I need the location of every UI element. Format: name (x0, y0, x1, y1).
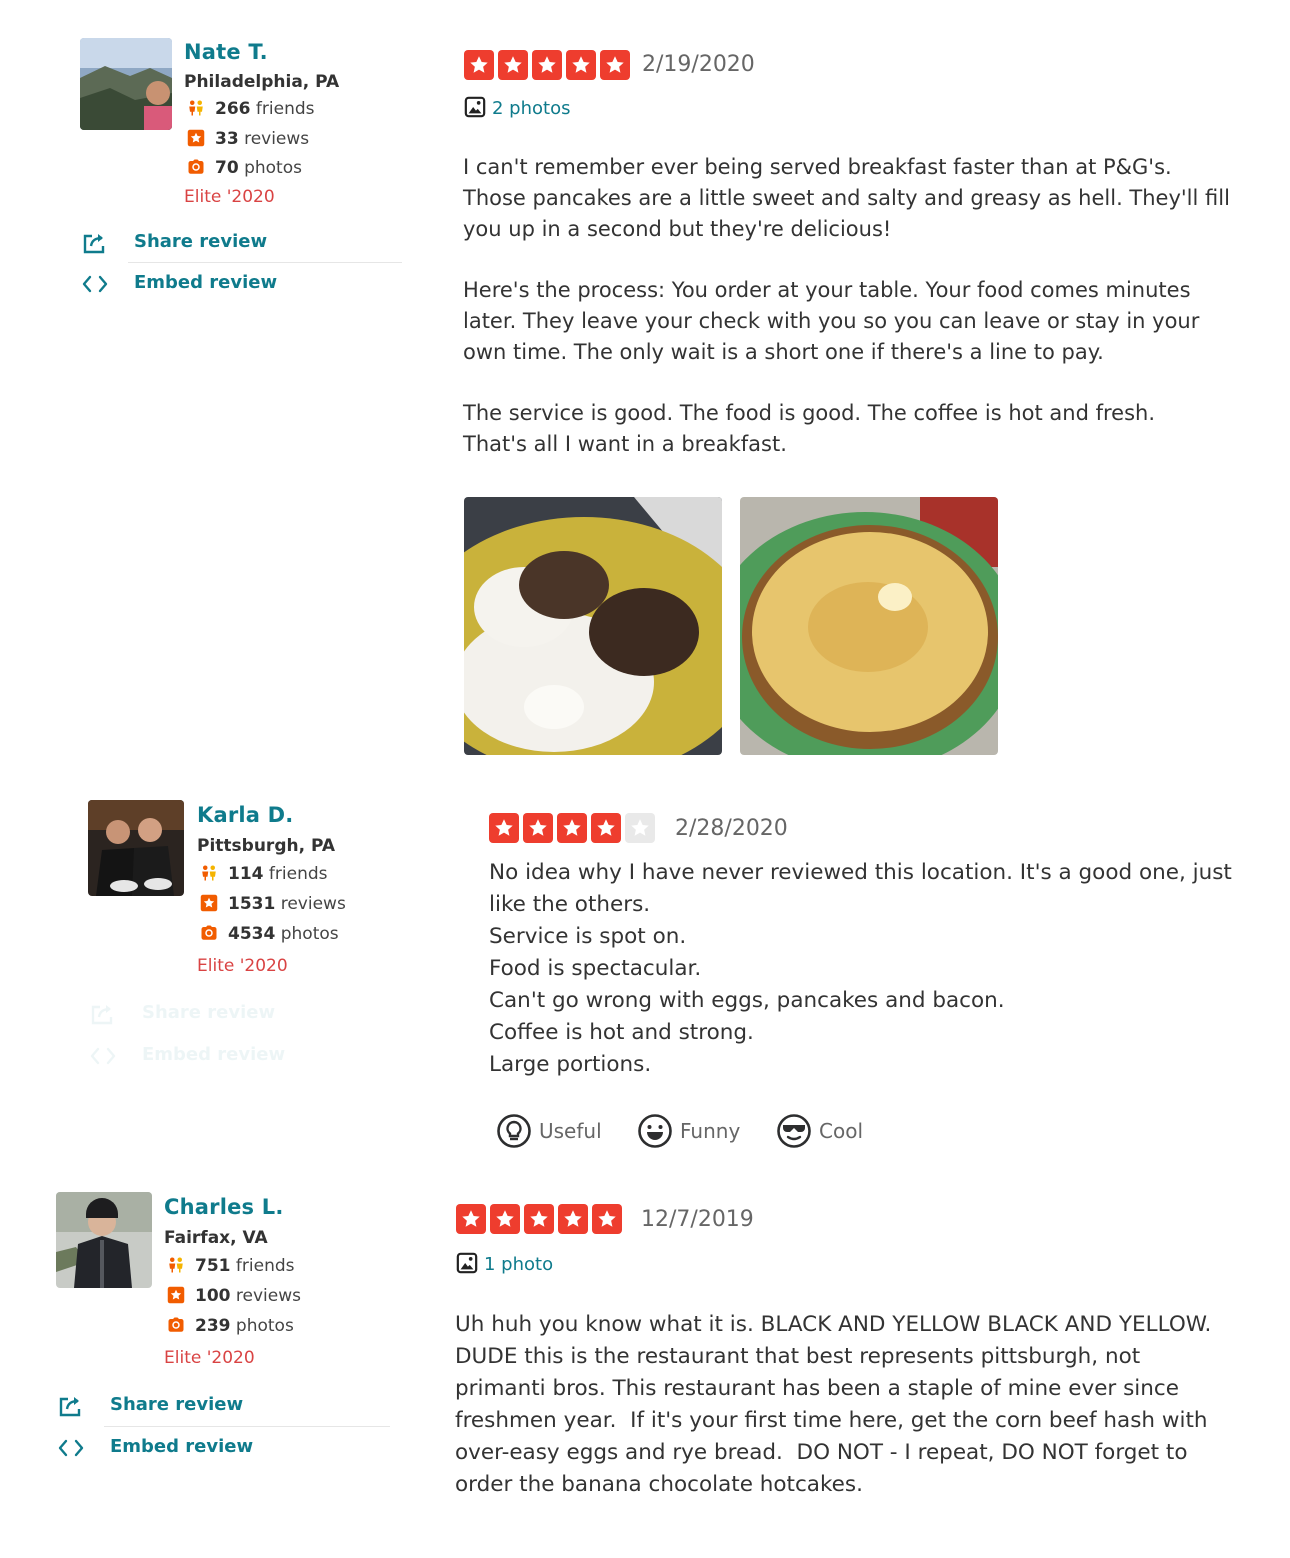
avatar[interactable] (80, 38, 172, 130)
photos-link[interactable]: 1 photo (456, 1252, 553, 1275)
review-text: No idea why I have never reviewed this l… (489, 860, 1232, 1077)
photos-stat: 239 photos (167, 1316, 294, 1336)
star-icon (600, 50, 630, 80)
elite-badge[interactable]: Elite '2020 (184, 187, 275, 207)
review-3: Charles L. Fairfax, VA 751 friends 100 r… (0, 1180, 1290, 1558)
cool-button[interactable]: Cool (777, 1114, 863, 1148)
friends-stat: 114 friends (200, 864, 328, 884)
star-icon (532, 50, 562, 80)
star-icon (523, 813, 553, 843)
review-date: 12/7/2019 (641, 1207, 754, 1232)
embed-icon (90, 1044, 116, 1068)
user-name[interactable]: Karla D. (197, 803, 294, 827)
review-1: Nate T. Philadelphia, PA 266 friends 33 … (0, 0, 1290, 790)
review-text: Uh huh you know what it is. BLACK AND YE… (455, 1312, 1212, 1497)
friends-icon (200, 864, 218, 882)
user-location: Pittsburgh, PA (197, 836, 336, 856)
share-review-link[interactable]: Share review (58, 1394, 318, 1420)
share-icon (82, 231, 108, 255)
star-icon (498, 50, 528, 80)
user-location: Fairfax, VA (164, 1228, 268, 1248)
avatar[interactable] (88, 800, 184, 896)
user-name[interactable]: Nate T. (184, 40, 268, 64)
photo-icon (456, 1252, 478, 1274)
star-rating (464, 50, 630, 80)
funny-button[interactable]: Funny (638, 1114, 740, 1148)
divider (104, 1426, 390, 1427)
embed-review-link[interactable]: Embed review (82, 272, 342, 298)
photos-link[interactable]: 2 photos (464, 96, 570, 119)
reviews-stat: 33 reviews (187, 129, 309, 149)
cool-icon (777, 1114, 811, 1148)
review-date: 2/28/2020 (675, 816, 788, 841)
share-review-link[interactable]: Share review (82, 231, 342, 257)
useful-button[interactable]: Useful (497, 1114, 602, 1148)
share-icon (58, 1394, 84, 1418)
review-paragraph: I can't remember ever being served break… (463, 155, 1230, 241)
elite-badge[interactable]: Elite '2020 (164, 1348, 255, 1368)
review-paragraph: Here's the process: You order at your ta… (463, 278, 1200, 364)
star-icon (464, 50, 494, 80)
review-2: Karla D. Pittsburgh, PA 114 friends 1531… (0, 790, 1290, 1180)
review-star-icon (167, 1286, 185, 1304)
photo-icon (464, 96, 486, 118)
user-location: Philadelphia, PA (184, 72, 340, 92)
review-date: 2/19/2020 (642, 52, 755, 77)
review-photo-eggs-sausage[interactable] (464, 497, 722, 755)
star-icon (625, 813, 655, 843)
photos-stat: 4534 photos (200, 924, 339, 944)
photos-stat: 70 photos (187, 158, 302, 178)
friends-icon (187, 99, 205, 117)
camera-icon (200, 924, 218, 942)
star-icon (456, 1204, 486, 1234)
embed-review-link[interactable]: Embed review (58, 1436, 318, 1462)
user-name[interactable]: Charles L. (164, 1195, 284, 1219)
embed-icon (58, 1436, 84, 1460)
divider (128, 262, 402, 263)
star-icon (591, 813, 621, 843)
elite-badge[interactable]: Elite '2020 (197, 956, 288, 976)
reviews-stat: 1531 reviews (200, 894, 346, 914)
friends-icon (167, 1256, 185, 1274)
review-star-icon (187, 129, 205, 147)
review-star-icon (200, 894, 218, 912)
share-icon (90, 1002, 116, 1026)
star-icon (524, 1204, 554, 1234)
embed-icon (82, 272, 108, 296)
star-icon (566, 50, 596, 80)
reviews-stat: 100 reviews (167, 1286, 301, 1306)
camera-icon (187, 158, 205, 176)
review-paragraph: The service is good. The food is good. T… (463, 401, 1155, 456)
star-icon (558, 1204, 588, 1234)
friends-stat: 266 friends (187, 99, 315, 119)
useful-icon (497, 1114, 531, 1148)
embed-review-link[interactable]: Embed review (90, 1044, 350, 1070)
share-review-link[interactable]: Share review (90, 1002, 350, 1028)
funny-icon (638, 1114, 672, 1148)
star-icon (490, 1204, 520, 1234)
star-icon (592, 1204, 622, 1234)
star-rating (489, 813, 655, 843)
review-photo-pancake[interactable] (740, 497, 998, 755)
star-icon (489, 813, 519, 843)
star-rating (456, 1204, 622, 1234)
friends-stat: 751 friends (167, 1256, 295, 1276)
camera-icon (167, 1316, 185, 1334)
avatar[interactable] (56, 1192, 152, 1288)
star-icon (557, 813, 587, 843)
